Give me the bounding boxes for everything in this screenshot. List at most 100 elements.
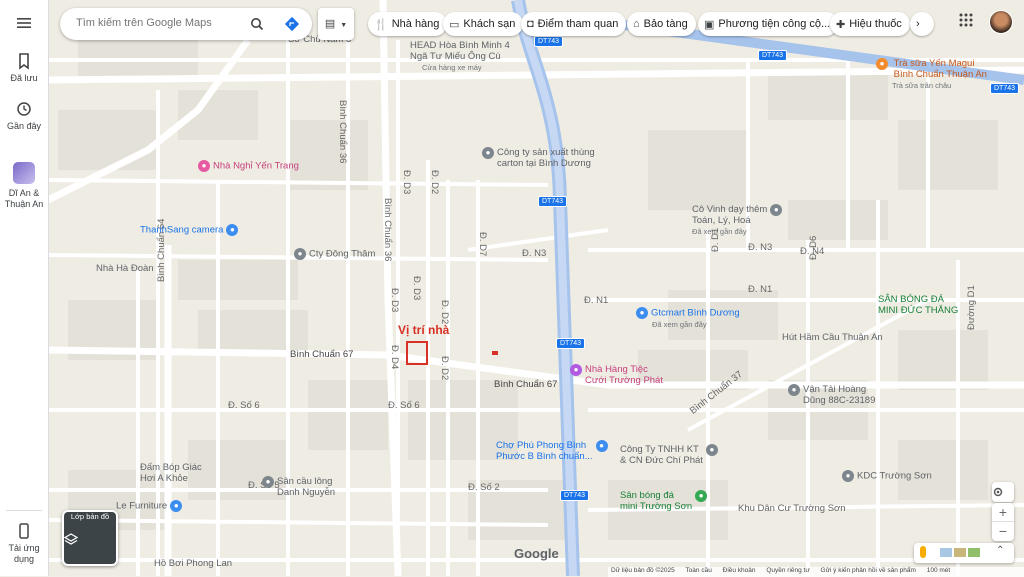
- camera-icon: ◘: [527, 18, 534, 30]
- chip-restaurants[interactable]: 🍴 Nhà hàng: [368, 12, 448, 36]
- imagery-thumb-3[interactable]: [968, 548, 980, 557]
- road-label-binh-chuan-36: Bình Chuẩn 36: [337, 100, 348, 164]
- chip-hotels[interactable]: ▭ Khách sạn: [443, 12, 524, 36]
- poi-cho[interactable]: Chợ Phú Phong Bình Phước B Bình chuẩn...…: [496, 440, 611, 462]
- business-pin-icon: ●: [482, 147, 494, 159]
- cafe-pin-icon: ●: [876, 58, 888, 70]
- directions-icon[interactable]: [284, 16, 300, 32]
- chips-next-button[interactable]: ›: [910, 12, 934, 36]
- route-shield-dt743b: DT743: [538, 196, 568, 207]
- map-canvas[interactable]: Vị trí nhà Bình Chuẩn 36 Bình Chuẩn 36 B…: [48, 0, 1024, 576]
- poi-head-hoa-binh-minh[interactable]: HEAD Hòa Bình Minh 4 Ngã Tư Miếu Ông Cù …: [410, 40, 510, 73]
- poi-co-vinh[interactable]: Cô Vinh dạy thêm Toán, Lý, Hoá● Đã xem g…: [692, 204, 785, 237]
- road-label-so6b: Đ. Số 6: [388, 400, 420, 411]
- highlight-label: Vị trí nhà: [398, 323, 450, 337]
- zoom-control: + −: [992, 503, 1014, 541]
- apps-button[interactable]: [958, 12, 978, 32]
- road-label-duong-d1: Đường D1: [966, 285, 977, 330]
- road-label-n1: Đ. N1: [584, 295, 609, 306]
- poi-nha-hang-tiec[interactable]: ● Nhà Hàng Tiệc Cưới Trường Phát: [570, 364, 663, 386]
- poi-nha-ha-doan[interactable]: Nhà Hà Đoàn: [96, 263, 154, 274]
- imagery-thumb-2[interactable]: [954, 548, 966, 557]
- road-label-so2: Đ. Số 2: [468, 482, 500, 493]
- poi-carton[interactable]: ● Công ty sản xuất thùng carton tại Bình …: [482, 147, 595, 169]
- route-shield-dt743d: DT743: [560, 490, 590, 501]
- road-label-n1b: Đ. N1: [748, 284, 773, 295]
- zoom-in-button[interactable]: +: [992, 503, 1014, 521]
- place-thumbnail: [13, 162, 35, 184]
- footer-map-data: Dữ liệu bản đồ ©2025: [611, 567, 675, 574]
- poi-ho-boi[interactable]: Hồ Bơi Phong Lan: [154, 558, 232, 569]
- footer-terms[interactable]: Điều khoản: [723, 567, 756, 574]
- category-menu-button[interactable]: ▤ ▼: [318, 8, 354, 40]
- saved-button[interactable]: Đã lưu: [0, 52, 48, 83]
- poi-san-cau-long[interactable]: ● Sân cầu lông Danh Nguyễn: [262, 476, 335, 498]
- search-input[interactable]: [74, 16, 248, 30]
- my-location-button[interactable]: [992, 482, 1014, 502]
- imagery-thumb-1[interactable]: [940, 548, 952, 557]
- chip-pharmacies[interactable]: ✚ Hiệu thuốc: [830, 12, 910, 36]
- recent-place-button[interactable]: Dĩ An & Thuận An: [0, 162, 48, 210]
- imagery-strip[interactable]: ⌃: [914, 543, 1014, 563]
- road-label-binh-chuan-36b: Bình Chuẩn 36: [382, 198, 393, 262]
- history-icon: [17, 102, 31, 116]
- divider: [6, 510, 42, 511]
- footer-feedback[interactable]: Gửi ý kiến phản hồi về sản phẩm: [821, 567, 916, 574]
- bed-icon: ▭: [449, 18, 460, 31]
- footer-privacy[interactable]: Quyền riêng tư: [766, 567, 809, 574]
- road-label-d3c: Đ. D3: [389, 288, 400, 313]
- route-shield-dt743c: DT743: [556, 338, 586, 349]
- saved-label: Đã lưu: [10, 73, 38, 83]
- chip-museums[interactable]: ⌂ Bảo tàng: [627, 12, 696, 36]
- chip-transit[interactable]: ▣ Phương tiện công cộ...: [698, 12, 839, 36]
- left-rail: Đã lưu Gần đây Dĩ An & Thuận An Tải ứng …: [0, 0, 49, 576]
- poi-san-bong-mini[interactable]: SÂN BÓNG ĐÁ MINI ĐỨC THẮNG: [878, 294, 958, 316]
- category-icon: ▤: [324, 18, 336, 30]
- get-app-label: Tải ứng dụng: [8, 543, 40, 564]
- route-shield-dt743a: DT743: [534, 36, 564, 47]
- avatar[interactable]: [989, 10, 1013, 34]
- poi-thanh-sang[interactable]: ThanhSang camera ●: [140, 224, 241, 236]
- recent-button[interactable]: Gần đây: [0, 100, 48, 131]
- restaurant-icon: 🍴: [374, 18, 388, 31]
- poi-kdc-truong-son[interactable]: ● KDC Trường Sơn: [842, 470, 932, 482]
- poi-nha-nghi[interactable]: ● Nhà Nghỉ Yến Trang: [198, 160, 299, 172]
- chip-attractions[interactable]: ◘ Điểm tham quan: [521, 12, 627, 36]
- road-label-d7: Đ. D7: [477, 232, 488, 257]
- poi-san-bong-ts[interactable]: Sân bóng đá mini Trường Sơn●: [620, 490, 710, 512]
- apps-grid-icon: [959, 13, 973, 27]
- bookmark-icon: [19, 53, 29, 70]
- google-logo: Google: [514, 546, 559, 561]
- get-app-button[interactable]: Tải ứng dụng: [0, 522, 48, 565]
- road-label-binh-chuan-67b: Bình Chuẩn 67: [494, 379, 558, 390]
- poi-tra-sua[interactable]: ● Trà sữa Yến Magui Bình Chuẩn Thuận An …: [876, 58, 987, 91]
- layers-button[interactable]: Lớp bản đồ: [62, 510, 118, 566]
- expand-icon[interactable]: ⌃: [996, 545, 1004, 556]
- business-pin-icon: ●: [788, 384, 800, 396]
- pharmacy-icon: ✚: [836, 18, 846, 31]
- road-label-d3a: Đ. D3: [401, 170, 412, 195]
- menu-button[interactable]: [0, 14, 48, 35]
- poi-van-tai[interactable]: ● Vận Tải Hoàng Dũng 88C-23189: [788, 384, 875, 406]
- pegman-icon[interactable]: [920, 546, 926, 558]
- road-label-kdc: Khu Dân Cư Trường Sơn: [738, 503, 846, 514]
- road-label-d2a: Đ. D2: [429, 170, 440, 195]
- route-shield-dt743e: DT743: [758, 50, 788, 61]
- footer-scale[interactable]: 100 mét: [927, 567, 951, 574]
- poi-dam-bop[interactable]: Đấm Bóp Giác Hơi A Khỏe: [140, 462, 202, 484]
- poi-cty-dong-tham[interactable]: ● Cty Đông Thâm: [294, 248, 375, 260]
- shop-pin-icon: ●: [170, 500, 183, 512]
- poi-le-furniture[interactable]: Le Furniture ●: [116, 500, 185, 512]
- route-shield-dt743f: DT743: [990, 83, 1020, 94]
- sports-pin-icon: ●: [695, 490, 708, 502]
- poi-cong-ty-kt[interactable]: Công Ty TNHH KT & CN Đức Chí Phát●: [620, 444, 721, 466]
- footer-global[interactable]: Toàn cầu: [685, 567, 711, 574]
- poi-hut-ham[interactable]: Hút Hầm Cầu Thuận An: [782, 332, 883, 343]
- poi-gtcmart[interactable]: ● Gtcmart Bình Dương Đã xem gần đây: [636, 307, 740, 330]
- search-icon[interactable]: [250, 17, 264, 31]
- school-pin-icon: ●: [770, 204, 783, 216]
- road-label-d3b: Đ. D3: [411, 276, 422, 301]
- layers-label: Lớp bản đồ: [70, 512, 110, 521]
- road-label-n4: Đ. N4: [800, 246, 825, 257]
- zoom-out-button[interactable]: −: [992, 521, 1014, 540]
